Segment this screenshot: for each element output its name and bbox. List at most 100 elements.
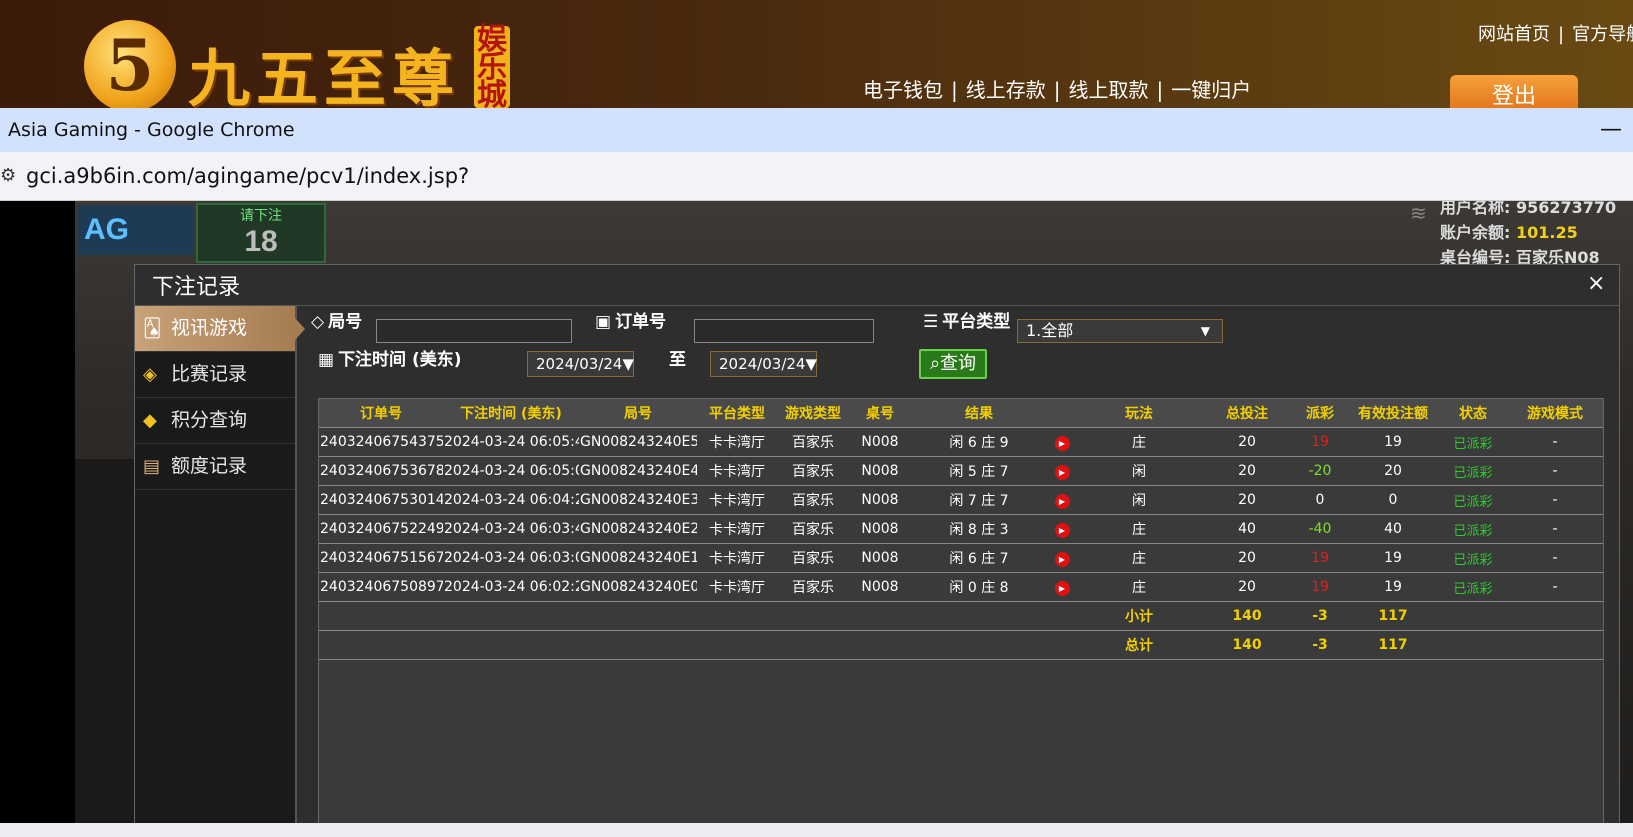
menu-item-label: 积分查询: [171, 409, 248, 431]
status-cell: 已派彩: [1439, 485, 1507, 515]
consolidate-link[interactable]: 一键归户: [1171, 78, 1251, 102]
play-replay-icon[interactable]: ▶: [1054, 493, 1070, 509]
table-row[interactable]: 240324067530147 2024-03-24 06:04:23 GN0082…: [319, 485, 1603, 515]
col-platform[interactable]: 平台类型: [697, 399, 777, 428]
col-order[interactable]: 订单号: [319, 399, 443, 428]
round-cell: GN008243240E4: [579, 456, 697, 486]
query-button[interactable]: ⌕查询: [919, 349, 987, 379]
col-play[interactable]: 玩法: [1077, 399, 1201, 428]
time-filter-label: ▦ 下注时间 (美东): [318, 350, 462, 370]
nav-link[interactable]: 官方导航: [1572, 24, 1633, 45]
order-input[interactable]: [694, 319, 874, 343]
col-table[interactable]: 桌号: [849, 399, 911, 428]
subtotal-payout: -3: [1293, 601, 1347, 631]
replay-cell[interactable]: ▶: [1047, 514, 1077, 544]
ticket-icon: ◈: [143, 364, 157, 385]
play-replay-icon[interactable]: ▶: [1054, 522, 1070, 538]
withdraw-link[interactable]: 线上取款: [1069, 78, 1149, 102]
subtotal-bet: 140: [1201, 601, 1293, 631]
balance-label: 账户余额:: [1440, 223, 1511, 242]
platform-select[interactable]: 1.全部 ▼: [1017, 319, 1223, 343]
menu-item-match-records[interactable]: ◈ 比赛记录: [135, 352, 295, 398]
table-row[interactable]: 240324067543753 2024-03-24 06:05:44 GN0082…: [319, 427, 1603, 457]
total-bet: 140: [1201, 630, 1293, 660]
table-row[interactable]: 240324067536788 2024-03-24 06:05:04 GN0082…: [319, 456, 1603, 486]
query-button-label: 查询: [940, 353, 977, 374]
game-type-cell: 百家乐: [777, 572, 849, 602]
col-result[interactable]: 结果: [911, 399, 1047, 428]
replay-cell[interactable]: ▶: [1047, 485, 1077, 515]
status-cell: 已派彩: [1439, 427, 1507, 457]
diamond-icon: ◆: [143, 410, 157, 431]
order-cell: 240324067530147: [319, 485, 443, 515]
play-cell: 庄: [1077, 514, 1201, 544]
result-cell: 闲 6 庄 9: [911, 427, 1047, 457]
result-cell: 闲 0 庄 8: [911, 572, 1047, 602]
platform-cell: 卡卡湾厅: [697, 514, 777, 544]
payout-cell: 19: [1293, 572, 1347, 602]
play-replay-icon[interactable]: ▶: [1054, 551, 1070, 567]
play-replay-icon[interactable]: ▶: [1054, 435, 1070, 451]
minimize-button[interactable]: —: [1600, 108, 1622, 152]
mode-cell: -: [1507, 514, 1603, 544]
replay-cell[interactable]: ▶: [1047, 543, 1077, 573]
clipboard-icon: ▣: [595, 312, 612, 332]
col-payout[interactable]: 派彩: [1293, 399, 1347, 428]
menu-item-points[interactable]: ◆ 积分查询: [135, 398, 295, 444]
menu-item-live-games[interactable]: 🂡 视讯游戏: [135, 306, 305, 352]
username-label: 用户名称:: [1440, 201, 1511, 217]
close-button[interactable]: ×: [1587, 271, 1605, 296]
game-type-cell: 百家乐: [777, 514, 849, 544]
bet-cell: 20: [1201, 456, 1293, 486]
menu-item-label: 视讯游戏: [171, 317, 248, 339]
table-row[interactable]: 240324067522493 2024-03-24 06:03:42 GN0082…: [319, 514, 1603, 544]
site-info-icon[interactable]: ⚙: [0, 152, 16, 200]
mode-cell: -: [1507, 456, 1603, 486]
valid-bet-cell: 0: [1347, 485, 1439, 515]
col-status[interactable]: 状态: [1439, 399, 1507, 428]
platform-cell: 卡卡湾厅: [697, 427, 777, 457]
col-valid-bet[interactable]: 有效投注额: [1347, 399, 1439, 428]
col-game-type[interactable]: 游戏类型: [777, 399, 849, 428]
play-replay-icon[interactable]: ▶: [1054, 580, 1070, 596]
mode-cell: -: [1507, 485, 1603, 515]
order-filter-label: ▣ 订单号: [595, 312, 667, 332]
replay-cell[interactable]: ▶: [1047, 456, 1077, 486]
round-cell: GN008243240E5: [579, 427, 697, 457]
cards-icon: 🂡: [143, 318, 162, 339]
total-valid: 117: [1347, 630, 1439, 660]
logout-button[interactable]: 登出: [1450, 75, 1578, 108]
platform-cell: 卡卡湾厅: [697, 485, 777, 515]
time-cell: 2024-03-24 06:05:04: [443, 456, 579, 486]
empty-cell: [1439, 601, 1603, 631]
search-icon: ⌕: [929, 353, 941, 374]
menu-item-credit-records[interactable]: ▤ 额度记录: [135, 444, 295, 490]
logo-text[interactable]: 九五至尊: [188, 28, 460, 108]
replay-cell[interactable]: ▶: [1047, 427, 1077, 457]
valid-bet-cell: 19: [1347, 543, 1439, 573]
table-row[interactable]: 240324067515677 2024-03-24 06:03:02 GN0082…: [319, 543, 1603, 573]
dialog-title: 下注记录: [152, 275, 241, 300]
play-replay-icon[interactable]: ▶: [1054, 464, 1070, 480]
round-input[interactable]: [376, 319, 572, 343]
deposit-link[interactable]: 线上存款: [966, 78, 1046, 102]
url-text[interactable]: gci.a9b6in.com/agingame/pcv1/index.jsp?: [26, 152, 469, 200]
col-time[interactable]: 下注时间 (美东): [443, 399, 579, 428]
platform-cell: 卡卡湾厅: [697, 572, 777, 602]
col-round[interactable]: 局号: [579, 399, 697, 428]
wallet-link[interactable]: 电子钱包: [863, 78, 943, 102]
ag-logo: AG: [78, 205, 194, 255]
date-to-select[interactable]: 2024/03/24▼: [710, 351, 817, 377]
col-mode[interactable]: 游戏模式: [1507, 399, 1603, 428]
replay-cell[interactable]: ▶: [1047, 572, 1077, 602]
separator: |: [951, 78, 958, 102]
table-row[interactable]: 240324067508972 2024-03-24 06:02:25 GN0082…: [319, 572, 1603, 602]
logo-coin: 5: [84, 20, 176, 108]
col-bet[interactable]: 总投注: [1201, 399, 1293, 428]
order-cell: 240324067508972: [319, 572, 443, 602]
date-from-select[interactable]: 2024/03/24▼: [527, 351, 634, 377]
platform-cell: 卡卡湾厅: [697, 456, 777, 486]
play-cell: 庄: [1077, 427, 1201, 457]
home-link[interactable]: 网站首页: [1478, 24, 1550, 45]
calendar-icon: ▦: [318, 350, 335, 370]
